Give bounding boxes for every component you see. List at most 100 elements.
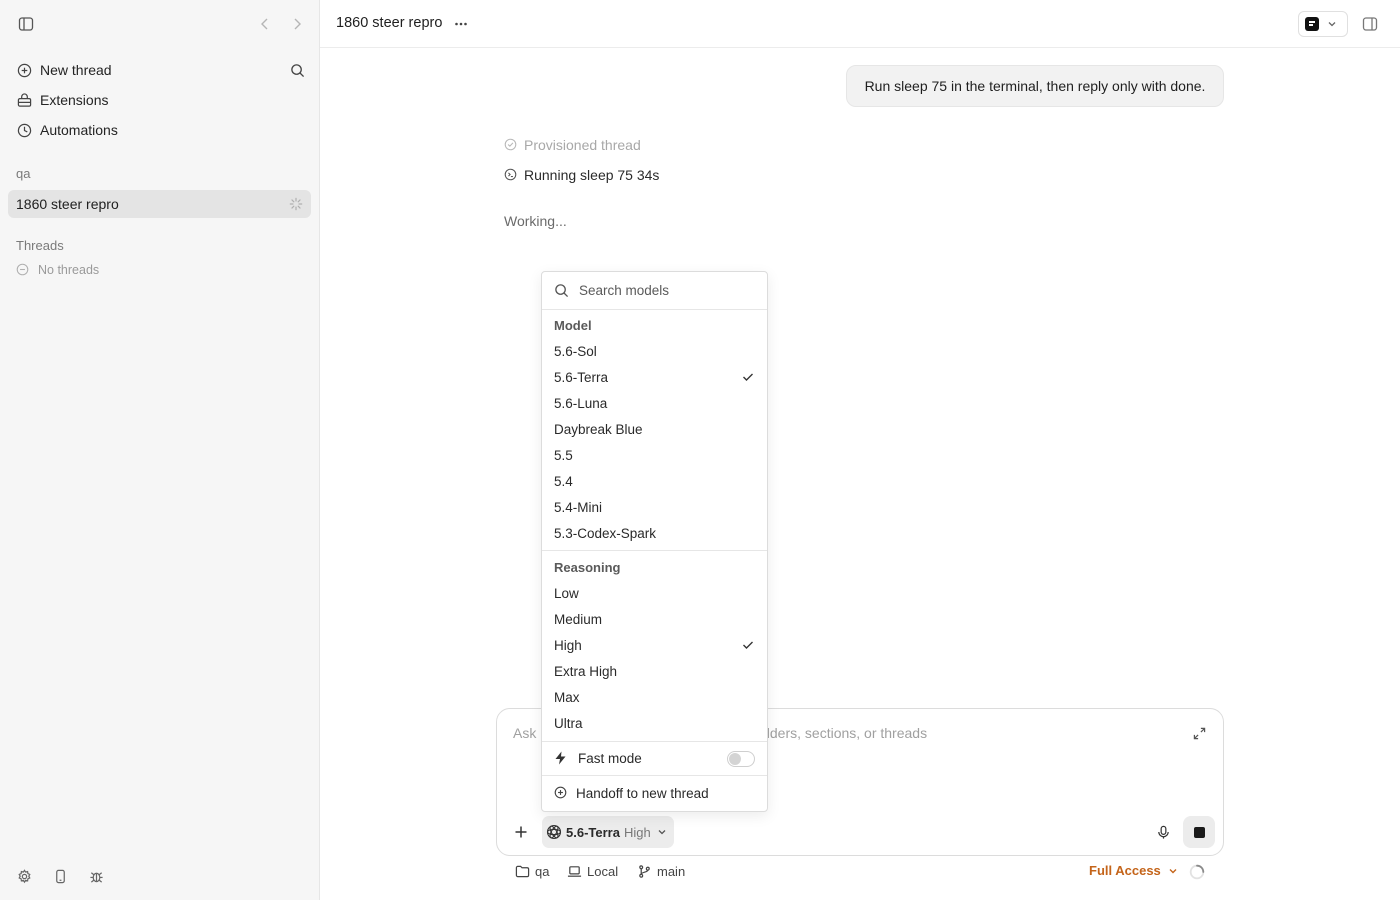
toggle-right-panel-icon[interactable] (1358, 12, 1382, 36)
model-option[interactable]: 5.4-Mini (542, 494, 767, 520)
folder-icon (514, 863, 530, 879)
lightning-bolt-icon (554, 751, 568, 765)
divider (542, 775, 767, 776)
toggle-knob (729, 753, 741, 765)
clock-icon (16, 122, 32, 138)
sidebar: New thread Extensions Automations qa 186… (0, 0, 320, 900)
working-indicator: Working... (504, 213, 567, 229)
empty-circle-icon (16, 263, 30, 277)
app-switcher-button[interactable] (1298, 11, 1348, 37)
nav-extensions[interactable]: Extensions (8, 86, 312, 114)
status-text: Running sleep 75 34s (524, 167, 660, 183)
placeholder-left: Ask (513, 725, 537, 741)
laptop-icon (566, 863, 582, 879)
reasoning-heading: Reasoning (554, 560, 621, 575)
model-option[interactable]: 5.3-Codex-Spark (542, 520, 767, 546)
model-heading: Model (554, 318, 592, 333)
checkmark-icon (741, 638, 755, 652)
loading-spinner-icon (289, 197, 303, 211)
model-option[interactable]: 5.4 (542, 468, 767, 494)
search-icon (554, 283, 569, 298)
mobile-device-icon[interactable] (48, 864, 72, 888)
access-level-dropdown[interactable]: Full Access (1089, 863, 1178, 878)
footer-branch[interactable]: main (636, 863, 685, 879)
bug-icon[interactable] (84, 864, 108, 888)
reasoning-option[interactable]: Extra High (542, 658, 767, 684)
option-label: 5.6-Sol (554, 343, 597, 359)
forward-arrow-icon[interactable] (285, 12, 309, 36)
app-logo-icon (1305, 17, 1319, 31)
option-label: High (554, 637, 582, 653)
plus-circle-icon (16, 62, 32, 78)
git-branch-icon (636, 863, 652, 879)
environment-label: Local (587, 863, 619, 879)
settings-gear-icon[interactable] (12, 864, 36, 888)
model-option-selected[interactable]: 5.6-Terra (542, 364, 767, 390)
model-logo-icon (546, 824, 562, 840)
divider (542, 741, 767, 742)
branch-label: main (657, 863, 686, 879)
status-text: Provisioned thread (524, 137, 641, 153)
footer-environment[interactable]: Local (566, 863, 618, 879)
nav-label: New thread (40, 62, 112, 78)
extensions-icon (16, 92, 32, 108)
divider (542, 550, 767, 551)
model-option[interactable]: 5.5 (542, 442, 767, 468)
search-icon[interactable] (285, 58, 309, 82)
nav-automations[interactable]: Automations (8, 116, 312, 144)
option-label: 5.6-Terra (554, 369, 609, 385)
nav-new-thread[interactable]: New thread (8, 56, 312, 84)
terminal-status-icon (504, 168, 518, 182)
reasoning-option-selected[interactable]: High (542, 632, 767, 658)
reasoning-option[interactable]: Ultra (542, 710, 767, 736)
footer-folder[interactable]: qa (514, 863, 549, 879)
model-search-input[interactable]: Search models (542, 272, 767, 310)
option-label: Medium (554, 611, 603, 627)
threads-section-label: Threads (16, 238, 64, 253)
option-label: 5.4-Mini (554, 499, 603, 515)
handoff-row[interactable]: Handoff to new thread (542, 780, 767, 806)
back-arrow-icon[interactable] (253, 12, 277, 36)
option-label: Daybreak Blue (554, 421, 643, 437)
handoff-label: Handoff to new thread (576, 785, 709, 801)
model-option[interactable]: Daybreak Blue (542, 416, 767, 442)
reasoning-level: High (623, 824, 651, 840)
thread-title: 1860 steer repro (16, 196, 119, 212)
thread-title-header: 1860 steer repro (336, 15, 443, 31)
top-bar: 1860 steer repro (320, 0, 1400, 48)
stop-button[interactable] (1183, 816, 1215, 848)
chevron-down-icon (1327, 19, 1337, 29)
reasoning-option[interactable]: Low (542, 580, 767, 606)
folder-label: qa (535, 863, 550, 879)
toggle-sidebar-icon[interactable] (14, 12, 38, 36)
chevron-down-icon (1168, 866, 1178, 876)
option-label: Max (554, 689, 580, 705)
access-label: Full Access (1089, 863, 1161, 878)
user-message: Run sleep 75 in the terminal, then reply… (846, 65, 1224, 107)
model-selector-button[interactable]: 5.6-Terra High (542, 816, 674, 848)
fast-mode-label: Fast mode (578, 750, 642, 766)
sidebar-thread-active[interactable]: 1860 steer repro (8, 190, 311, 218)
microphone-icon[interactable] (1151, 820, 1175, 844)
model-name: 5.6-Terra (566, 824, 620, 840)
workspace-label: qa (16, 166, 31, 181)
nav-label: Automations (40, 122, 118, 138)
no-threads-label: No threads (38, 263, 100, 277)
option-label: 5.4 (554, 473, 573, 489)
placeholder-right: olders, sections, or threads (759, 725, 928, 741)
option-label: Extra High (554, 663, 618, 679)
progress-spinner-icon (1189, 864, 1205, 880)
expand-icon[interactable] (1187, 721, 1211, 745)
option-label: 5.6-Luna (554, 395, 608, 411)
model-option[interactable]: 5.6-Luna (542, 390, 767, 416)
add-attachment-icon[interactable] (509, 820, 533, 844)
status-running: Running sleep 75 34s (504, 167, 659, 183)
reasoning-option[interactable]: Max (542, 684, 767, 710)
reasoning-option[interactable]: Medium (542, 606, 767, 632)
fast-mode-toggle[interactable] (727, 751, 755, 767)
status-circle-icon (504, 138, 518, 152)
search-placeholder: Search models (579, 283, 670, 298)
option-label: Low (554, 585, 579, 601)
more-options-icon[interactable] (449, 12, 473, 36)
model-option[interactable]: 5.6-Sol (542, 338, 767, 364)
